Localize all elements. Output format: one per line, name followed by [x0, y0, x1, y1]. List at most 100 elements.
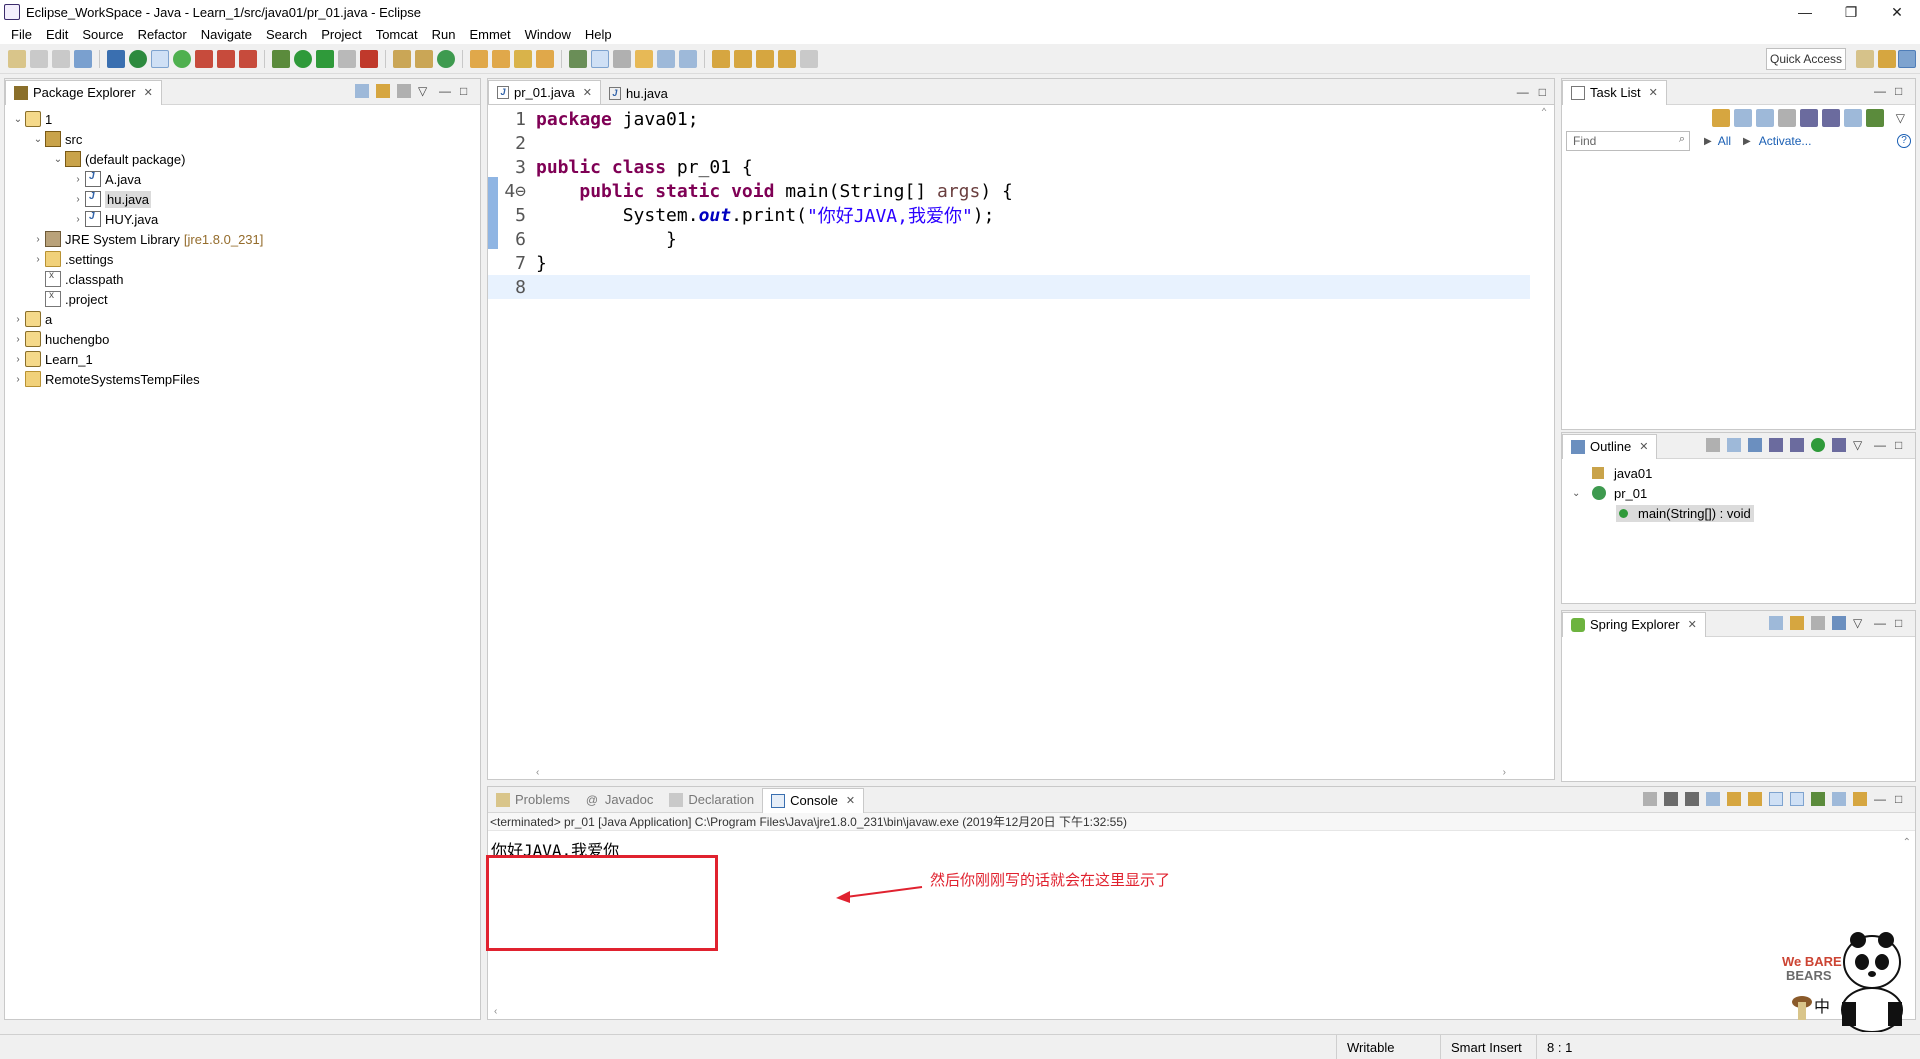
- focus-icon[interactable]: [1778, 109, 1796, 127]
- tree-node-project-remote[interactable]: › RemoteSystemsTempFiles: [5, 369, 480, 389]
- close-icon[interactable]: ✕: [1649, 86, 1658, 99]
- view-menu-icon[interactable]: ▽: [418, 84, 432, 98]
- tree-node-project-file[interactable]: .project: [5, 289, 480, 309]
- open-console-icon[interactable]: [1853, 792, 1867, 806]
- code-line[interactable]: 7}: [488, 251, 1530, 275]
- prev-annotation-icon[interactable]: [657, 50, 675, 68]
- external-tools-icon[interactable]: [360, 50, 378, 68]
- editor-tab-pr01[interactable]: J pr_01.java ✕: [488, 80, 601, 104]
- open-task-icon[interactable]: [492, 50, 510, 68]
- menu-tomcat[interactable]: Tomcat: [369, 27, 425, 42]
- view-menu-icon[interactable]: ▽: [1853, 616, 1867, 630]
- minimize-view-icon[interactable]: —: [1874, 438, 1888, 452]
- menu-project[interactable]: Project: [314, 27, 368, 42]
- java-perspective-icon[interactable]: [1898, 50, 1916, 68]
- activate-link[interactable]: Activate...: [1759, 134, 1812, 148]
- code-line[interactable]: 2: [488, 131, 1530, 155]
- code-line[interactable]: 1package java01;: [488, 107, 1530, 131]
- debug-icon[interactable]: [272, 50, 290, 68]
- categorized-icon[interactable]: [1734, 109, 1752, 127]
- tab-console[interactable]: Console ✕: [762, 788, 864, 813]
- whitespace-icon[interactable]: [613, 50, 631, 68]
- all-filter-link[interactable]: All: [1718, 134, 1731, 148]
- remove-launch-icon[interactable]: [1664, 792, 1678, 806]
- task-find-input[interactable]: Find ⌕: [1566, 131, 1690, 151]
- console-scroll-up[interactable]: ⌃: [1903, 837, 1911, 848]
- tree-node-project-learn1[interactable]: › Learn_1: [5, 349, 480, 369]
- console-output-area[interactable]: <terminated> pr_01 [Java Application] C:…: [488, 813, 1915, 1019]
- console-scroll-left[interactable]: ‹: [494, 1006, 497, 1017]
- sync-icon[interactable]: [1866, 109, 1884, 127]
- menu-file[interactable]: File: [4, 27, 39, 42]
- minimize-view-icon[interactable]: —: [439, 84, 453, 98]
- close-icon[interactable]: ✕: [1688, 618, 1697, 631]
- outline-package[interactable]: java01: [1562, 463, 1915, 483]
- chevron-right-icon[interactable]: ›: [71, 174, 85, 185]
- restore-icon[interactable]: ❐: [1828, 0, 1874, 24]
- maximize-view-icon[interactable]: □: [1539, 85, 1546, 99]
- code-editor[interactable]: 1package java01;23public class pr_01 {4⊖…: [488, 105, 1554, 765]
- tab-outline[interactable]: Outline ✕: [1562, 434, 1657, 459]
- outline-class[interactable]: ⌄ pr_01: [1562, 483, 1915, 503]
- close-icon[interactable]: ✕: [583, 86, 592, 99]
- minimize-view-icon[interactable]: —: [1874, 616, 1888, 630]
- close-icon[interactable]: ✕: [144, 86, 153, 99]
- tree-node-project-a[interactable]: › a: [5, 309, 480, 329]
- hide-completed-icon[interactable]: [1800, 109, 1818, 127]
- highlight-icon[interactable]: [591, 50, 609, 68]
- new-java-project-icon[interactable]: [393, 50, 411, 68]
- refresh-icon[interactable]: [173, 50, 191, 68]
- remove-all-icon[interactable]: [1685, 792, 1699, 806]
- chevron-right-icon[interactable]: ›: [11, 314, 25, 325]
- focus-icon[interactable]: [1706, 438, 1720, 452]
- collapse-all-icon[interactable]: [1844, 109, 1862, 127]
- tree-node-jre-library[interactable]: › JRE System Library [jre1.8.0_231]: [5, 229, 480, 249]
- chevron-down-icon[interactable]: ⌄: [1572, 488, 1586, 499]
- menu-run[interactable]: Run: [425, 27, 463, 42]
- code-line[interactable]: 6 }: [488, 227, 1530, 251]
- hide-nonpublic-icon[interactable]: [1811, 438, 1825, 452]
- editor-vertical-scrollbar[interactable]: ⌃: [1534, 105, 1554, 765]
- open-folder-icon[interactable]: [536, 50, 554, 68]
- code-line[interactable]: 3public class pr_01 {: [488, 155, 1530, 179]
- chevron-right-icon[interactable]: ›: [11, 374, 25, 385]
- save-all-icon[interactable]: [52, 50, 70, 68]
- chevron-right-icon[interactable]: ›: [71, 194, 85, 205]
- ime-indicator[interactable]: 中: [1814, 997, 1830, 1016]
- menu-source[interactable]: Source: [75, 27, 130, 42]
- toggle-mark-icon[interactable]: [151, 50, 169, 68]
- menu-refactor[interactable]: Refactor: [131, 27, 194, 42]
- display-console-icon[interactable]: [1832, 792, 1846, 806]
- sort-icon[interactable]: [1748, 438, 1762, 452]
- tab-declaration[interactable]: Declaration: [661, 788, 762, 812]
- focus-icon[interactable]: [397, 84, 411, 98]
- terminate-icon[interactable]: [1643, 792, 1657, 806]
- run-icon[interactable]: [294, 50, 312, 68]
- editor-horizontal-scrollbar[interactable]: ‹›: [488, 765, 1554, 779]
- focus-icon[interactable]: [1811, 616, 1825, 630]
- menu-search[interactable]: Search: [259, 27, 314, 42]
- new-task-icon[interactable]: [1712, 109, 1730, 127]
- tree-node-project-huchengbo[interactable]: › huchengbo: [5, 329, 480, 349]
- show-on-stdout-icon[interactable]: [1769, 792, 1783, 806]
- pin-console-icon[interactable]: [1811, 792, 1825, 806]
- tree-node-huy-java[interactable]: › HUY.java: [5, 209, 480, 229]
- new-package-icon[interactable]: [415, 50, 433, 68]
- forward-arrow-icon[interactable]: [800, 50, 818, 68]
- open-perspective-icon[interactable]: [1856, 50, 1874, 68]
- tree-node-a-java[interactable]: › A.java: [5, 169, 480, 189]
- menu-edit[interactable]: Edit: [39, 27, 75, 42]
- collapse-all-icon[interactable]: [1769, 616, 1783, 630]
- maximize-view-icon[interactable]: □: [1895, 792, 1909, 806]
- close-icon[interactable]: ✕: [1639, 440, 1648, 453]
- tree-node-src[interactable]: ⌄ src: [5, 129, 480, 149]
- minimize-view-icon[interactable]: —: [1874, 792, 1888, 806]
- menu-help[interactable]: Help: [578, 27, 619, 42]
- chevron-down-icon[interactable]: ⌄: [51, 154, 65, 165]
- chevron-down-icon[interactable]: ⌄: [11, 114, 25, 125]
- tree-node-default-package[interactable]: ⌄ (default package): [5, 149, 480, 169]
- skip-breakpoints-icon[interactable]: [107, 50, 125, 68]
- menu-navigate[interactable]: Navigate: [194, 27, 259, 42]
- server-icon[interactable]: [129, 50, 147, 68]
- maximize-view-icon[interactable]: □: [1895, 616, 1909, 630]
